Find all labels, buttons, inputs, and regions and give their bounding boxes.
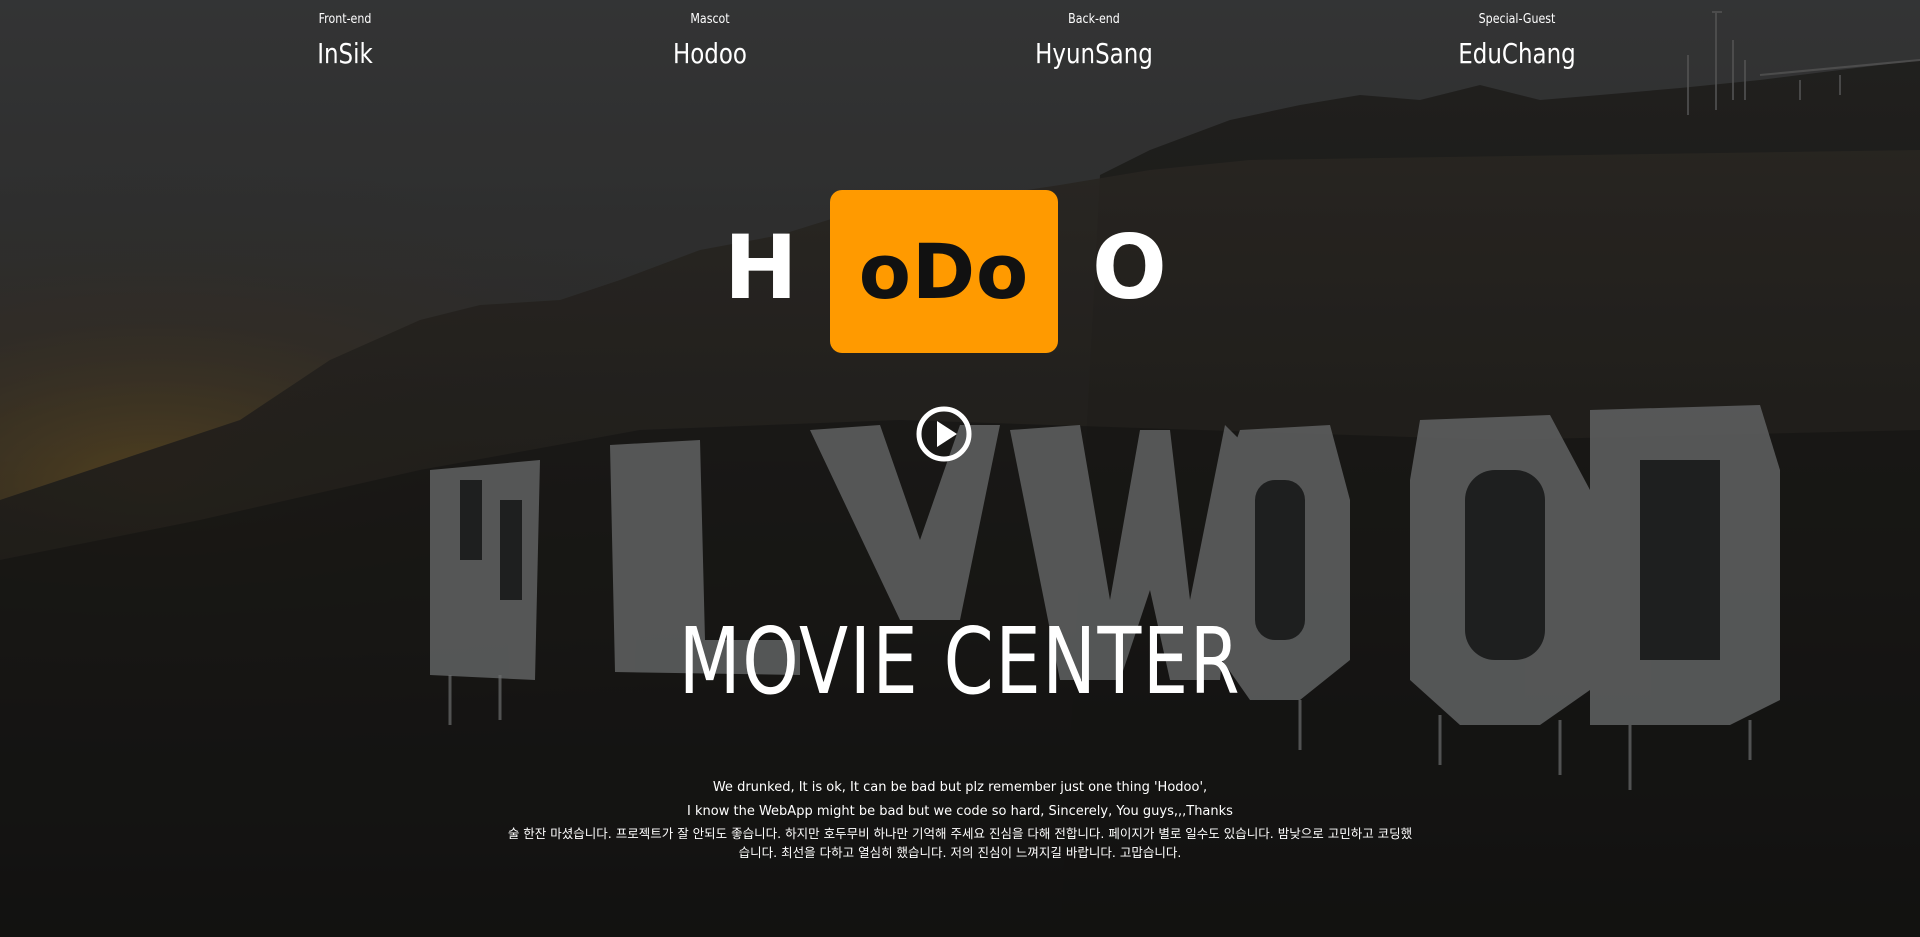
- logo-orange-box: oDo: [830, 190, 1058, 353]
- page: Front-end InSik Mascot Hodoo Back-end Hy…: [0, 0, 1920, 937]
- message-line: I know the WebApp might be bad but we co…: [687, 804, 1233, 819]
- hodoo-logo: H oDo O: [722, 190, 1172, 354]
- message-line: We drunked, It is ok, It can be bad but …: [712, 780, 1208, 795]
- credit-name: EduChang: [1458, 37, 1576, 70]
- credit-special-guest: Special-Guest EduChang: [1397, 12, 1637, 70]
- play-circle-icon: [916, 406, 972, 462]
- credit-name: Hodoo: [672, 37, 747, 70]
- credit-name: HyunSang: [1035, 37, 1153, 70]
- credit-back-end: Back-end HyunSang: [974, 12, 1214, 70]
- credit-role: Back-end: [1068, 12, 1120, 27]
- credit-front-end: Front-end InSik: [225, 12, 465, 70]
- page-title: MOVIE CENTER: [678, 608, 1242, 715]
- message-line-korean: 습니다. 최선을 다하고 열심히 했습니다. 저의 진심이 느껴지길 바랍니다.…: [738, 845, 1182, 860]
- team-credits: Front-end InSik Mascot Hodoo Back-end Hy…: [0, 0, 1920, 90]
- credit-role: Front-end: [318, 12, 372, 27]
- play-button[interactable]: [915, 405, 973, 463]
- project-message: We drunked, It is ok, It can be bad but …: [460, 776, 1460, 862]
- logo-letter-left: H: [724, 216, 798, 319]
- credit-mascot: Mascot Hodoo: [590, 12, 830, 70]
- credit-role: Special-Guest: [1478, 12, 1556, 27]
- message-line-korean: 술 한잔 마셨습니다. 프로젝트가 잘 안되도 좋습니다. 하지만 호두무비 하…: [507, 826, 1413, 841]
- credit-name: InSik: [317, 37, 373, 70]
- credit-role: Mascot: [690, 12, 730, 27]
- logo-letter-right: O: [1092, 216, 1167, 319]
